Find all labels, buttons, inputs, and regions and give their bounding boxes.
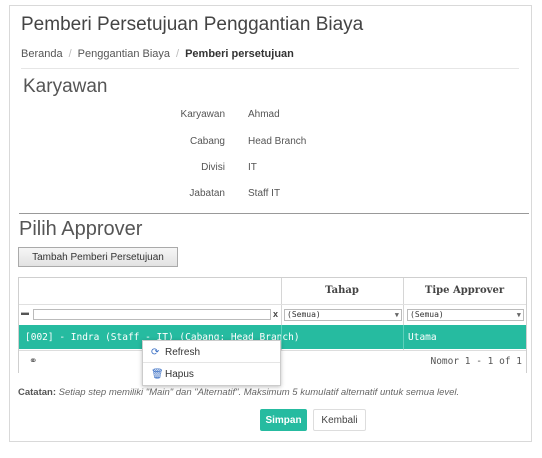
- context-menu-delete[interactable]: 🗑 Hapus: [143, 364, 280, 384]
- breadcrumb-penggantian[interactable]: Penggantian Biaya: [78, 48, 170, 60]
- karyawan-section-title: Karyawan: [23, 76, 108, 97]
- tahap-filter-select[interactable]: (Semua) ▼: [284, 309, 402, 321]
- save-button[interactable]: Simpan: [260, 409, 307, 431]
- column-header-tahap[interactable]: Tahap: [281, 278, 403, 303]
- page-title: Pemberi Persetujuan Penggantian Biaya: [21, 14, 364, 35]
- context-menu-refresh[interactable]: ⟳ Refresh: [143, 342, 280, 362]
- pager-info: Nomor 1 - 1 of 1: [430, 356, 522, 367]
- grid-divider: [281, 325, 282, 349]
- tipe-filter-select[interactable]: (Semua) ▼: [407, 309, 524, 321]
- chevron-down-icon: ▼: [394, 311, 399, 319]
- note-body: Setiap step memiliki "Main" dan "Alterna…: [58, 387, 460, 398]
- field-value-divisi: IT: [248, 162, 257, 173]
- row-tipe: Utama: [408, 332, 437, 343]
- breadcrumb-current: Pemberi persetujuan: [185, 48, 294, 60]
- filter-row: ▬ x (Semua) ▼ (Semua) ▼: [19, 304, 526, 325]
- field-value-jabatan: Staff IT: [248, 188, 281, 199]
- grid-divider: [403, 325, 404, 349]
- context-menu: ⟳ Refresh 🗑 Hapus: [142, 340, 281, 386]
- approver-section-title: Pilih Approver: [19, 218, 143, 240]
- note-text: Catatan: Setiap step memiliki "Main" dan…: [18, 387, 459, 398]
- clear-filter-icon[interactable]: x: [273, 309, 278, 319]
- tahap-filter-value: (Semua): [287, 310, 321, 319]
- refresh-icon: ⟳: [151, 346, 160, 358]
- note-label: Catatan:: [18, 387, 57, 398]
- add-approver-button[interactable]: Tambah Pemberi Persetujuan: [18, 247, 178, 267]
- divider: [21, 68, 519, 69]
- back-button[interactable]: Kembali: [313, 409, 366, 431]
- section-divider: [19, 213, 529, 214]
- context-menu-delete-label: Hapus: [165, 368, 194, 380]
- column-header-tipe[interactable]: Tipe Approver: [403, 278, 526, 303]
- chevron-down-icon: ▼: [516, 311, 521, 319]
- filter-icon: ▬: [21, 308, 29, 317]
- context-menu-divider: [143, 362, 280, 363]
- breadcrumb-home[interactable]: Beranda: [21, 48, 63, 60]
- field-label-cabang: Cabang: [189, 136, 225, 147]
- name-filter-input[interactable]: [33, 309, 271, 320]
- context-menu-refresh-label: Refresh: [165, 346, 201, 358]
- trash-icon: 🗑: [151, 368, 164, 380]
- column-header-name[interactable]: [19, 278, 281, 303]
- field-value-cabang: Head Branch: [248, 136, 307, 147]
- field-label-divisi: Divisi: [201, 162, 225, 173]
- tipe-filter-value: (Semua): [410, 310, 444, 319]
- field-label-jabatan: Jabatan: [189, 188, 225, 199]
- breadcrumb: Beranda / Penggantian Biaya / Pemberi perset…: [21, 48, 294, 60]
- field-value-karyawan: Ahmad: [248, 109, 280, 120]
- field-label-karyawan: Karyawan: [180, 109, 225, 120]
- reload-icon[interactable]: ⚭: [29, 356, 37, 367]
